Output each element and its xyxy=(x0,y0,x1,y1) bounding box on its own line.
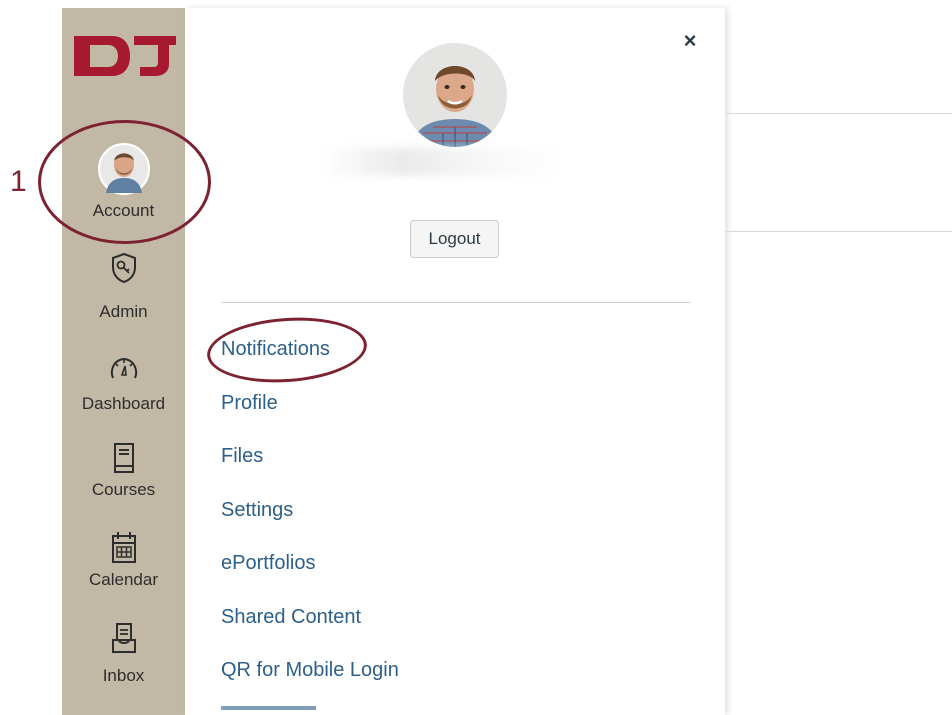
nav-label-calendar: Calendar xyxy=(89,570,158,589)
nav-item-inbox[interactable]: Inbox xyxy=(62,622,185,686)
nav-label-admin: Admin xyxy=(99,302,148,321)
nav-label-account: Account xyxy=(92,201,155,220)
logout-button[interactable]: Logout xyxy=(410,220,499,258)
shield-key-icon xyxy=(111,252,136,284)
nav-item-dashboard[interactable]: Dashboard xyxy=(62,356,185,414)
page-margin xyxy=(0,0,62,715)
nav-label-inbox: Inbox xyxy=(102,666,145,685)
tray-link-shared-content[interactable]: Shared Content xyxy=(221,604,361,630)
tray-link-eportfolios[interactable]: ePortfolios xyxy=(221,550,316,576)
nav-item-admin[interactable]: Admin xyxy=(62,252,185,322)
inbox-icon xyxy=(111,623,136,653)
annotation-step-number: 1 xyxy=(10,165,27,198)
tray-link-qr-mobile-login[interactable]: QR for Mobile Login xyxy=(221,657,399,683)
tray-link-files[interactable]: Files xyxy=(221,443,263,469)
close-tray-button[interactable]: × xyxy=(675,26,705,56)
university-logo[interactable] xyxy=(74,36,176,76)
cut-off-link-text xyxy=(221,706,316,715)
account-avatar xyxy=(97,143,150,195)
page-divider-top xyxy=(725,113,952,114)
nav-label-courses: Courses xyxy=(91,480,156,499)
nav-item-account[interactable]: Account xyxy=(62,143,185,221)
close-icon: × xyxy=(683,28,697,53)
speedometer-icon xyxy=(110,357,137,379)
book-icon xyxy=(113,443,134,473)
nav-item-calendar[interactable]: Calendar xyxy=(62,530,185,590)
nav-item-courses[interactable]: Courses xyxy=(62,442,185,500)
calendar-icon xyxy=(111,532,136,563)
profile-avatar xyxy=(403,43,507,147)
tray-link-profile[interactable]: Profile xyxy=(221,390,278,416)
nav-label-dashboard: Dashboard xyxy=(81,394,166,413)
tray-divider xyxy=(222,302,690,303)
tray-link-partial-cut-off[interactable] xyxy=(221,706,316,715)
tray-link-notifications[interactable]: Notifications xyxy=(221,336,330,362)
user-name-redacted xyxy=(322,148,562,176)
page-divider-bottom xyxy=(725,231,952,232)
tray-link-settings[interactable]: Settings xyxy=(221,497,293,523)
profile-photo xyxy=(403,43,507,147)
